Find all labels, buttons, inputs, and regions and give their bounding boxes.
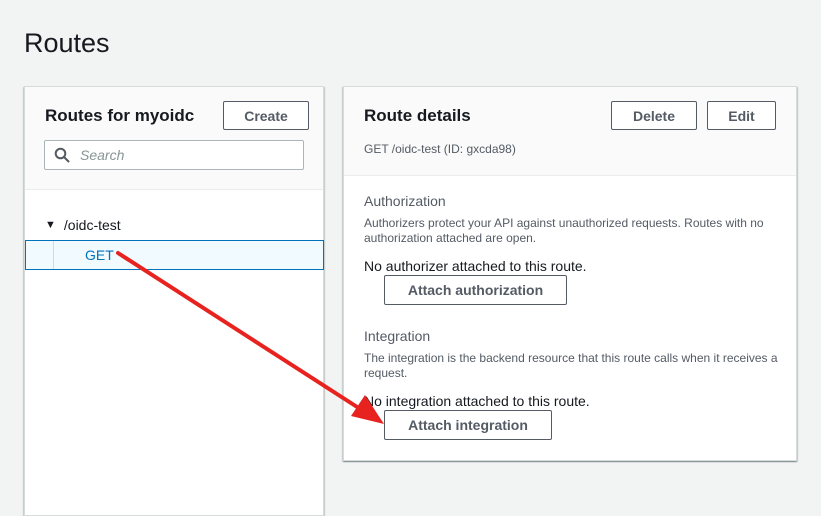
delete-button[interactable]: Delete <box>611 101 697 130</box>
integration-heading: Integration <box>364 328 431 344</box>
tree-item-get-label[interactable]: GET <box>85 247 114 263</box>
routes-panel-title: Routes for myoidc <box>45 106 195 125</box>
authorization-status: No authorizer attached to this route. <box>364 258 587 274</box>
route-details-title: Route details <box>364 106 471 125</box>
tree-guide-line <box>53 241 54 269</box>
search-input[interactable] <box>78 146 298 164</box>
routes-panel: Routes for myoidc Create ▼ /oidc-test GE… <box>24 86 324 516</box>
integration-description: The integration is the backend resource … <box>364 351 778 380</box>
tree-item-oidc-test[interactable]: ▼ /oidc-test <box>45 217 121 233</box>
tree-item-get[interactable]: GET <box>25 240 324 270</box>
authorization-heading: Authorization <box>364 193 446 209</box>
attach-integration-button[interactable]: Attach integration <box>384 410 552 440</box>
route-details-header: Route details GET /oidc-test (ID: gxcda9… <box>344 87 796 176</box>
page-title: Routes <box>24 28 110 58</box>
create-button[interactable]: Create <box>223 101 309 130</box>
tree-item-label: /oidc-test <box>63 217 121 233</box>
search-icon <box>54 147 70 163</box>
authorization-description: Authorizers protect your API against una… <box>364 216 764 245</box>
search-box[interactable] <box>44 140 304 170</box>
route-details-panel: Route details GET /oidc-test (ID: gxcda9… <box>343 86 797 461</box>
routes-panel-header: Routes for myoidc Create <box>25 87 323 190</box>
edit-button[interactable]: Edit <box>707 101 776 130</box>
caret-down-icon[interactable]: ▼ <box>45 219 56 231</box>
attach-authorization-button[interactable]: Attach authorization <box>384 275 567 305</box>
integration-status: No integration attached to this route. <box>364 393 590 409</box>
route-details-subtitle: GET /oidc-test (ID: gxcda98) <box>364 142 516 156</box>
